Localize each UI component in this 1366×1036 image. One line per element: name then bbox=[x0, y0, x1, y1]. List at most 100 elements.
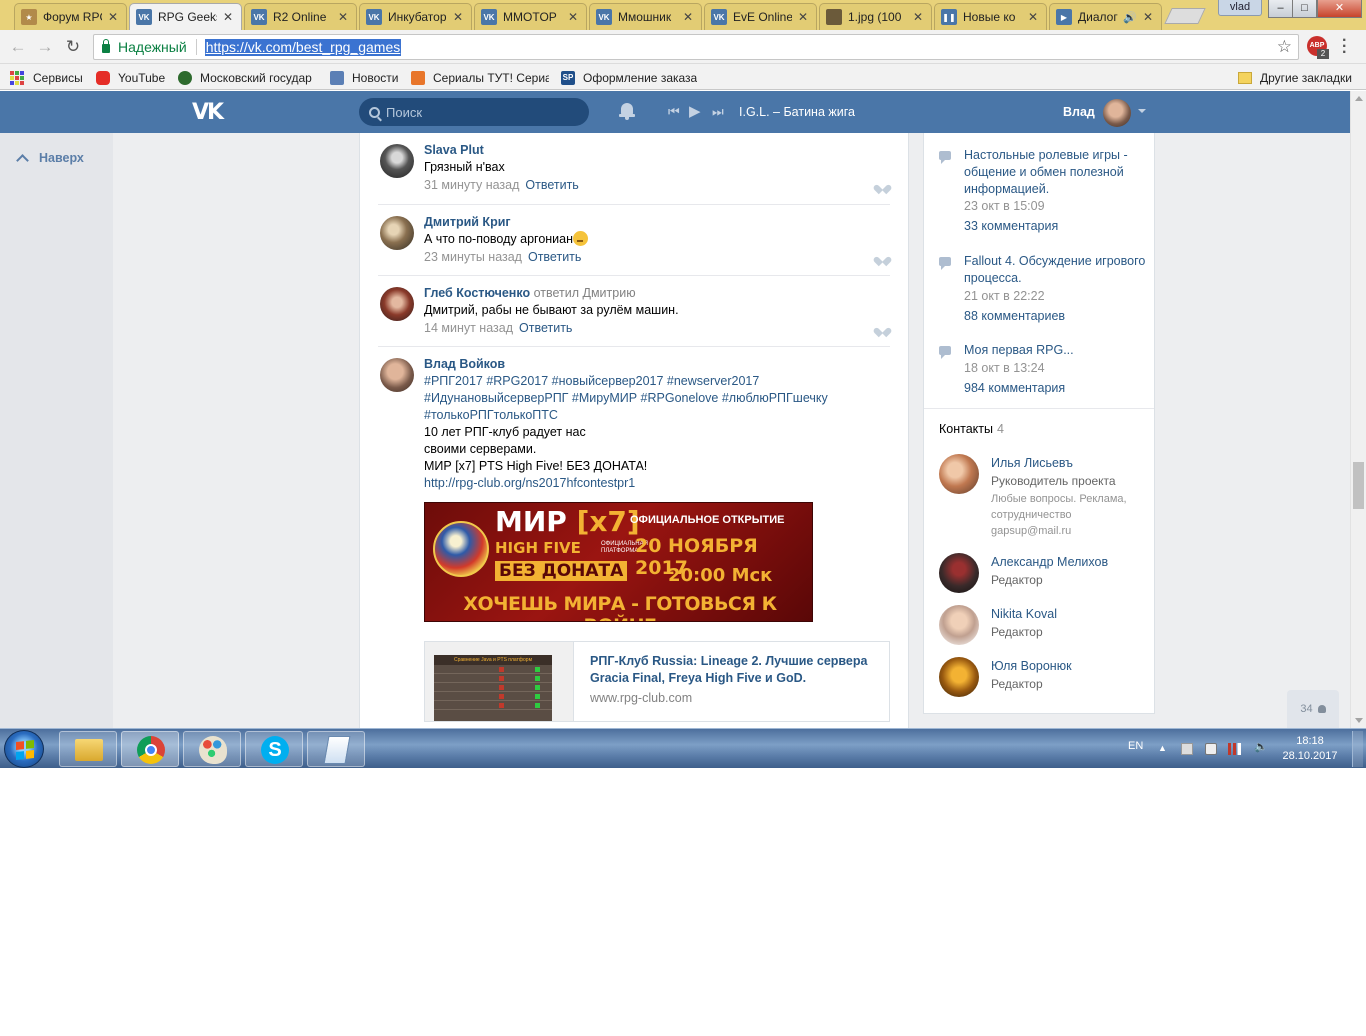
reply-link[interactable]: Ответить bbox=[525, 178, 578, 192]
commenter-avatar[interactable] bbox=[380, 358, 414, 392]
speaker-icon[interactable]: 🔊 bbox=[1123, 11, 1137, 24]
bookmark-star-icon[interactable]: ☆ bbox=[1277, 37, 1292, 57]
prev-track-icon[interactable]: ⏮ bbox=[668, 104, 680, 120]
tab-new[interactable]: ❚❚ Новые ко ✕ bbox=[934, 3, 1047, 30]
promo-banner[interactable]: МИР [x7] HIGH FIVE ОФИЦИАЛЬНАЯ ПЛАТФОРМА… bbox=[424, 502, 813, 622]
close-tab-icon[interactable]: ✕ bbox=[1026, 10, 1040, 24]
contact-name[interactable]: Nikita Koval bbox=[991, 606, 1057, 623]
tab-dialog[interactable]: ▶ Диалог 🔊 ✕ bbox=[1049, 3, 1162, 30]
tab-mmoshnik[interactable]: VK Ммошник ✕ bbox=[589, 3, 702, 30]
user-avatar[interactable] bbox=[1103, 99, 1131, 127]
maximize-button[interactable]: □ bbox=[1292, 0, 1317, 18]
discussion-title[interactable]: Моя первая RPG... bbox=[964, 342, 1149, 359]
taskbar-explorer[interactable] bbox=[59, 731, 117, 767]
like-heart-icon[interactable] bbox=[877, 324, 888, 334]
tab-r2-online[interactable]: VK R2 Online ✕ bbox=[244, 3, 357, 30]
taskbar-skype[interactable]: S bbox=[245, 731, 303, 767]
taskbar-notepad[interactable] bbox=[307, 731, 365, 767]
back-to-top-button[interactable]: Наверх bbox=[16, 151, 84, 167]
reply-to-label[interactable]: ответил Дмитрию bbox=[534, 286, 636, 300]
close-tab-icon[interactable]: ✕ bbox=[911, 10, 925, 24]
discussion-item[interactable]: Моя первая RPG... 18 окт в 13:24 984 ком… bbox=[939, 342, 1149, 398]
hashtags[interactable]: #ИдунановыйсерверРПГ #МируМИР #RPGonelov… bbox=[424, 390, 884, 407]
chevron-down-icon[interactable] bbox=[1138, 109, 1146, 113]
back-button[interactable]: ← bbox=[8, 37, 28, 57]
online-friends-button[interactable]: 34 bbox=[1287, 690, 1339, 728]
like-heart-icon[interactable] bbox=[877, 181, 888, 191]
comment-author[interactable]: Глеб Костюченко bbox=[424, 286, 530, 300]
hashtags[interactable]: #толькоРПГтолькоПТС bbox=[424, 407, 884, 424]
close-window-button[interactable]: ✕ bbox=[1317, 0, 1362, 18]
scroll-thumb[interactable] bbox=[1353, 462, 1364, 509]
close-tab-icon[interactable]: ✕ bbox=[221, 10, 235, 24]
tab-image[interactable]: 1.jpg (100 ✕ bbox=[819, 3, 932, 30]
bookmark-youtube[interactable]: YouTube bbox=[96, 69, 165, 86]
taskbar-paint[interactable] bbox=[183, 731, 241, 767]
page-scrollbar[interactable] bbox=[1350, 91, 1366, 728]
link-preview-card[interactable]: Сравнение Java и PTS платформ РПГ-Клуб R… bbox=[424, 641, 890, 722]
close-tab-icon[interactable]: ✕ bbox=[1141, 10, 1155, 24]
contact-avatar[interactable] bbox=[939, 454, 979, 494]
contact-item[interactable]: Илья Лисьевъ Руководитель проекта Любые … bbox=[939, 454, 1149, 544]
other-bookmarks[interactable]: Другие закладки bbox=[1238, 69, 1352, 86]
next-track-icon[interactable]: ⏭ bbox=[712, 104, 724, 120]
discussion-item[interactable]: Настольные ролевые игры - общение и обме… bbox=[939, 147, 1149, 237]
close-tab-icon[interactable]: ✕ bbox=[566, 10, 580, 24]
action-center-icon[interactable] bbox=[1181, 743, 1193, 755]
post-link[interactable]: http://rpg-club.org/ns2017hfcontestpr1 bbox=[424, 475, 884, 492]
bookmark-order[interactable]: SP Оформление заказа bbox=[561, 69, 697, 86]
contact-avatar[interactable] bbox=[939, 553, 979, 593]
like-heart-icon[interactable] bbox=[877, 253, 888, 263]
comment-author[interactable]: Slava Plut bbox=[424, 142, 884, 159]
show-desktop-button[interactable] bbox=[1352, 731, 1363, 767]
contact-item[interactable]: Александр Мелихов Редактор bbox=[939, 553, 1149, 593]
close-tab-icon[interactable]: ✕ bbox=[451, 10, 465, 24]
tab-forum-rpg[interactable]: ★ Форум RPG ✕ bbox=[14, 3, 127, 30]
notifications-bell-icon[interactable] bbox=[619, 103, 635, 121]
discussion-title[interactable]: Fallout 4. Обсуждение игрового процесса. bbox=[964, 253, 1149, 287]
tab-incubator[interactable]: VK Инкубатор ✕ bbox=[359, 3, 472, 30]
commenter-avatar[interactable] bbox=[380, 216, 414, 250]
scroll-down-icon[interactable] bbox=[1355, 718, 1363, 723]
comment-time[interactable]: 31 минуту назад bbox=[424, 178, 519, 192]
bookmark-moscow-state[interactable]: Московский государ bbox=[178, 69, 316, 86]
contact-avatar[interactable] bbox=[939, 657, 979, 697]
close-tab-icon[interactable]: ✕ bbox=[796, 10, 810, 24]
discussion-comments[interactable]: 984 комментария bbox=[964, 381, 1065, 395]
play-icon[interactable]: ▶ bbox=[689, 102, 701, 120]
contact-name[interactable]: Илья Лисьевъ bbox=[991, 455, 1073, 472]
close-tab-icon[interactable]: ✕ bbox=[681, 10, 695, 24]
tray-expand-icon[interactable]: ▲ bbox=[1158, 743, 1167, 753]
discussion-item[interactable]: Fallout 4. Обсуждение игрового процесса.… bbox=[939, 253, 1149, 325]
contacts-header[interactable]: Контакты 4 bbox=[939, 422, 1004, 436]
close-tab-icon[interactable]: ✕ bbox=[106, 10, 120, 24]
close-tab-icon[interactable]: ✕ bbox=[336, 10, 350, 24]
forward-button[interactable]: → bbox=[35, 37, 55, 57]
reply-link[interactable]: Ответить bbox=[519, 321, 572, 335]
discussion-title[interactable]: Настольные ролевые игры - общение и обме… bbox=[964, 147, 1149, 198]
comment-author[interactable]: Дмитрий Криг bbox=[424, 214, 884, 231]
menu-dots-icon[interactable]: · · · bbox=[1342, 33, 1347, 61]
language-indicator[interactable]: EN bbox=[1128, 740, 1143, 752]
removable-device-icon[interactable] bbox=[1205, 743, 1217, 755]
contact-name[interactable]: Юля Воронюк bbox=[991, 658, 1072, 675]
new-tab-button[interactable] bbox=[1164, 8, 1206, 24]
discussion-comments[interactable]: 33 комментария bbox=[964, 219, 1058, 233]
reply-link[interactable]: Ответить bbox=[528, 250, 581, 264]
minimize-button[interactable]: – bbox=[1268, 0, 1293, 18]
comment-time[interactable]: 14 минут назад bbox=[424, 321, 513, 335]
vk-search-input[interactable]: Поиск bbox=[359, 98, 589, 126]
user-name[interactable]: Влад bbox=[1063, 105, 1095, 119]
tab-mmotop[interactable]: VK MMOTOP ✕ bbox=[474, 3, 587, 30]
bookmark-news[interactable]: Новости bbox=[330, 69, 398, 86]
commenter-avatar[interactable] bbox=[380, 144, 414, 178]
reload-button[interactable]: ↻ bbox=[63, 37, 83, 57]
url-text[interactable]: https://vk.com/best_rpg_games bbox=[204, 38, 402, 56]
comment-author[interactable]: Влад Войков bbox=[424, 356, 884, 373]
bookmark-serials[interactable]: Сериалы ТУТ! Сериа bbox=[411, 69, 549, 86]
taskbar-chrome[interactable] bbox=[121, 731, 179, 767]
link-title[interactable]: РПГ-Клуб Russia: Lineage 2. Лучшие серве… bbox=[590, 653, 880, 687]
system-clock[interactable]: 18:18 28.10.2017 bbox=[1280, 734, 1340, 764]
comment-time[interactable]: 23 минуты назад bbox=[424, 250, 522, 264]
bookmark-services[interactable]: Сервисы bbox=[10, 69, 83, 86]
